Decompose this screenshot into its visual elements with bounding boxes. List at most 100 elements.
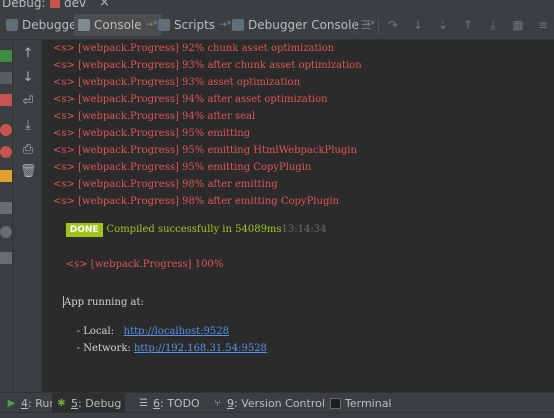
line-text: [webpack.Progress] 94% after asset optim… [78, 94, 328, 105]
line-prefix: <s> [53, 128, 75, 139]
tool-window-bar: ▶ 4: Run ✱ 5: Debug ☰ 6: TODO ⑂ 9: Versi… [0, 392, 554, 413]
line-prefix: <s> [53, 43, 75, 54]
network-url-link[interactable]: http://192.168.31.54:9528 [134, 343, 267, 354]
tool-tab-run-label: 4: Run [21, 396, 57, 410]
line-text: [webpack.Progress] 92% chunk asset optim… [78, 43, 335, 54]
line-text: [webpack.Progress] 100% [90, 259, 224, 270]
line-prefix: <s> [53, 60, 75, 71]
progress-line: <s> [webpack.Progress] 93% after chunk a… [53, 60, 362, 72]
line-prefix: <s> [53, 77, 75, 88]
step-out-icon[interactable]: ↑ [461, 19, 475, 31]
layout-icon[interactable]: ☰ [359, 19, 373, 31]
force-step-into-icon[interactable]: ⇣ [436, 19, 450, 31]
lightning-icon[interactable] [0, 170, 12, 182]
progress-line: <s> [webpack.Progress] 94% after seal [53, 111, 255, 123]
vcs-icon: ⑂ [214, 397, 221, 409]
debug-title-strip: Debug: dev × [0, 0, 554, 10]
run-icon: ▶ [7, 397, 16, 409]
todo-icon: ☰ [139, 397, 148, 409]
more-icon[interactable]: ≡ [536, 19, 550, 31]
trash-icon[interactable]: 🗑 [20, 164, 37, 180]
debug-action-strip [0, 40, 13, 392]
scroll-to-end-icon[interactable]: ⤓ [20, 118, 36, 134]
app-running-line: App running at: [64, 297, 144, 308]
line-prefix: <s> [53, 196, 75, 207]
line-prefix: <s> [65, 259, 88, 270]
tab-console-label: Console [94, 18, 142, 32]
console-icon [78, 19, 90, 31]
settings-icon[interactable] [0, 226, 12, 238]
down-arrow-icon[interactable]: ↓ [20, 70, 36, 86]
run-config-icon [50, 0, 60, 8]
layout-grid-icon[interactable] [0, 202, 12, 214]
toolbar-separator [378, 18, 379, 34]
progress-line: <s> [webpack.Progress] 95% emitting [53, 128, 250, 140]
close-icon[interactable]: × [99, 0, 110, 10]
toolbar-separator [354, 18, 355, 34]
bug-icon: ✱ [57, 397, 66, 409]
soft-wrap-icon[interactable]: ⏎ [20, 94, 36, 110]
done-time: 13:14:34 [281, 224, 327, 235]
console-toolbar: ↑ ↓ ⏎ ⤓ ⎙ 🗑 [13, 40, 42, 392]
progress-line: <s> [webpack.Progress] 95% emitting Copy… [53, 162, 311, 174]
config-name[interactable]: dev [64, 0, 86, 10]
debugger-console-icon [232, 19, 244, 31]
tab-debugger-console-label: Debugger Console [248, 18, 359, 32]
tab-scripts-label: Scripts [174, 18, 216, 32]
mute-breakpoints-icon[interactable] [0, 146, 12, 158]
tool-tab-todo-label: 6: TODO [153, 396, 200, 410]
network-line: - Network: http://192.168.31.54:9528 [64, 331, 267, 367]
tool-tab-version-control-label: 9: Version Control [227, 396, 325, 410]
done-line: DONE Compiled successfully in 54089ms13:1… [53, 211, 326, 249]
line-text: [webpack.Progress] 98% after emitting [78, 179, 278, 190]
tool-tab-debug-label: 5: Debug [71, 396, 122, 410]
evaluate-icon[interactable]: ▦ [511, 19, 525, 31]
done-message: Compiled successfully in 54089ms [106, 224, 282, 235]
resume-icon[interactable] [0, 72, 12, 84]
debug-tab-toolbar: Debugger Console →* Scripts →* Debugger … [0, 10, 554, 40]
pin-tab-icon[interactable] [0, 252, 12, 264]
line-text: [webpack.Progress] 93% after chunk asset… [78, 60, 362, 71]
line-text: [webpack.Progress] 93% asset optimizatio… [78, 77, 301, 88]
tab-console[interactable]: Console →* [74, 14, 162, 36]
step-into-icon[interactable]: ↓ [411, 19, 425, 31]
progress-line: <s> [webpack.Progress] 98% after emittin… [53, 179, 278, 191]
debugger-icon [6, 19, 18, 31]
progress-line: <s> [webpack.Progress] 98% after emittin… [53, 196, 339, 208]
terminal-icon [330, 397, 341, 409]
line-text: [webpack.Progress] 95% emitting CopyPlug… [78, 162, 312, 173]
tool-tab-terminal-label: Terminal [345, 396, 392, 410]
line-text: [webpack.Progress] 95% emitting [78, 128, 251, 139]
progress-line: <s> [webpack.Progress] 92% chunk asset o… [53, 43, 334, 55]
console-output[interactable]: <s> [webpack.Progress] 92% chunk asset o… [43, 40, 554, 392]
done-badge: DONE [65, 223, 103, 237]
final-progress-line: <s> [webpack.Progress] 100% [53, 247, 224, 283]
print-icon[interactable]: ⎙ [20, 142, 36, 158]
line-text: [webpack.Progress] 94% after seal [78, 111, 256, 122]
line-prefix: <s> [53, 111, 75, 122]
scripts-icon [158, 19, 170, 31]
stop-icon[interactable] [0, 94, 12, 106]
debug-label: Debug: [2, 0, 46, 10]
rerun-icon[interactable] [0, 50, 12, 62]
tool-tab-version-control[interactable]: ⑂ 9: Version Control [208, 393, 329, 413]
view-breakpoints-icon[interactable] [0, 124, 12, 136]
tool-tab-terminal[interactable]: Terminal [326, 393, 396, 413]
tab-debugger[interactable]: Debugger [2, 14, 85, 36]
line-prefix: <s> [53, 179, 75, 190]
progress-line: <s> [webpack.Progress] 94% after asset o… [53, 94, 328, 106]
progress-line: <s> [webpack.Progress] 93% asset optimiz… [53, 77, 300, 89]
progress-line: <s> [webpack.Progress] 95% emitting Html… [53, 145, 357, 157]
line-prefix: <s> [53, 145, 75, 156]
status-bar [0, 412, 554, 418]
up-arrow-icon[interactable]: ↑ [20, 46, 36, 62]
line-text: [webpack.Progress] 98% after emitting Co… [78, 196, 339, 207]
run-to-cursor-icon[interactable]: ⤓ [486, 19, 500, 31]
tab-scripts[interactable]: Scripts →* [154, 14, 235, 36]
tab-debugger-console[interactable]: Debugger Console →* [228, 14, 379, 36]
step-over-icon[interactable]: ↷ [386, 19, 400, 31]
line-text: [webpack.Progress] 95% emitting HtmlWebp… [78, 145, 357, 156]
network-label: - Network: [76, 343, 131, 354]
tool-tab-todo[interactable]: ☰ 6: TODO [134, 393, 204, 413]
tool-tab-debug[interactable]: ✱ 5: Debug [52, 393, 126, 413]
